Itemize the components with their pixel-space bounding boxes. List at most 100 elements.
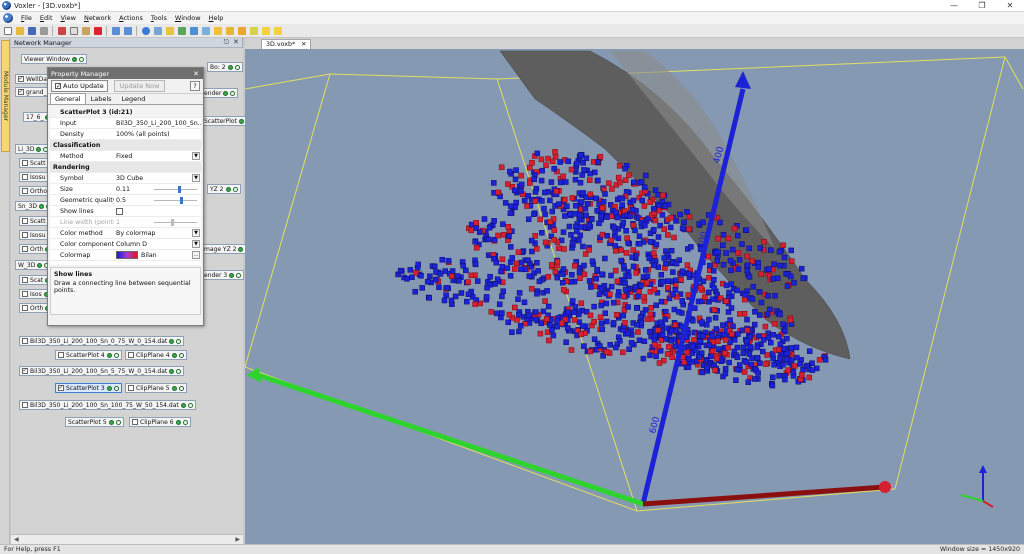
tab-general[interactable]: General <box>50 93 86 104</box>
restore-icon[interactable]: ❐ <box>968 0 996 12</box>
node-output-port-icon[interactable] <box>238 246 244 252</box>
open-icon[interactable] <box>14 25 25 36</box>
colormap-more-icon[interactable]: … <box>192 250 200 259</box>
node-connect-port-icon[interactable] <box>232 186 238 192</box>
document-menu-icon[interactable] <box>3 13 13 23</box>
delete-icon[interactable] <box>92 25 103 36</box>
tab-close-icon[interactable]: ✕ <box>301 41 306 48</box>
network-node[interactable]: Viewer Window <box>21 54 87 64</box>
network-node[interactable]: Bo: 2 <box>207 62 243 72</box>
network-node[interactable]: Li_3D <box>15 144 52 154</box>
node-visibility-checkbox[interactable] <box>22 160 28 166</box>
node-visibility-checkbox[interactable]: ✓ <box>18 76 24 82</box>
node-connect-port-icon[interactable] <box>78 56 84 62</box>
new-icon[interactable] <box>2 25 13 36</box>
network-node[interactable]: ScatterPlot 4 <box>55 350 122 360</box>
axes-icon[interactable] <box>260 25 271 36</box>
tab-3d-voxb[interactable]: 3D.voxb* ✕ <box>261 39 312 49</box>
menu-file[interactable]: File <box>17 14 36 22</box>
save-icon[interactable] <box>26 25 37 36</box>
menu-network[interactable]: Network <box>80 14 115 22</box>
node-visibility-checkbox[interactable] <box>22 246 28 252</box>
property-method[interactable]: Method Fixed ▼ <box>50 151 201 162</box>
copy-icon[interactable] <box>68 25 79 36</box>
panel-close-icon[interactable]: ✕ <box>233 38 239 47</box>
node-output-port-icon[interactable] <box>180 402 186 408</box>
node-visibility-checkbox[interactable]: ✓ <box>18 89 24 95</box>
network-node[interactable]: ✓ ScatterPlot 3 <box>55 383 122 393</box>
node-output-port-icon[interactable] <box>37 262 43 268</box>
node-visibility-checkbox[interactable] <box>58 352 64 358</box>
symbol-dropdown-icon[interactable]: ▼ <box>192 173 200 182</box>
view-side-icon[interactable] <box>224 25 235 36</box>
node-connect-port-icon[interactable] <box>178 385 184 391</box>
3d-scene[interactable]: 400 300 600 <box>245 49 1024 544</box>
print-icon[interactable] <box>38 25 49 36</box>
refresh-icon[interactable] <box>188 25 199 36</box>
node-connect-port-icon[interactable] <box>113 385 119 391</box>
network-node[interactable]: YZ 2 <box>207 184 241 194</box>
close-icon[interactable]: ✕ <box>996 0 1024 12</box>
minimize-icon[interactable]: — <box>940 0 968 12</box>
network-node[interactable]: ClipPlane 6 <box>129 417 191 427</box>
node-output-port-icon[interactable] <box>175 419 181 425</box>
update-now-button[interactable]: Update Now <box>113 80 166 92</box>
node-output-port-icon[interactable] <box>171 385 177 391</box>
node-connect-port-icon[interactable] <box>187 402 193 408</box>
property-input[interactable]: Input Bil3D_350_Li_200_100_Sn... <box>50 118 201 129</box>
tab-labels[interactable]: Labels <box>86 93 117 104</box>
color-component-dropdown-icon[interactable]: ▼ <box>192 239 200 248</box>
network-node[interactable]: Bil3D_350_Li_200_100_Sn_0_75_W_0_154.dat <box>19 336 185 346</box>
node-output-port-icon[interactable] <box>238 118 244 124</box>
node-visibility-checkbox[interactable]: ✓ <box>22 368 28 374</box>
node-connect-port-icon[interactable] <box>182 419 188 425</box>
bounding-box-icon[interactable] <box>272 25 283 36</box>
size-slider-thumb[interactable] <box>177 185 181 193</box>
node-visibility-checkbox[interactable] <box>22 174 28 180</box>
scroll-right-icon[interactable]: ▶ <box>235 536 240 543</box>
node-connect-port-icon[interactable] <box>234 64 240 70</box>
paste-icon[interactable] <box>80 25 91 36</box>
node-output-port-icon[interactable] <box>36 146 42 152</box>
help-icon[interactable] <box>140 25 151 36</box>
section-classification[interactable]: Classification <box>50 140 201 151</box>
color-method-dropdown-icon[interactable]: ▼ <box>192 228 200 237</box>
undo-icon[interactable] <box>110 25 121 36</box>
cut-icon[interactable] <box>56 25 67 36</box>
menu-view[interactable]: View <box>57 14 80 22</box>
node-visibility-checkbox[interactable] <box>22 188 28 194</box>
fit-icon[interactable] <box>200 25 211 36</box>
node-output-port-icon[interactable] <box>169 368 175 374</box>
property-symbol[interactable]: Symbol 3D Cube ▼ <box>50 173 201 184</box>
link-icon[interactable] <box>176 25 187 36</box>
node-connect-port-icon[interactable] <box>178 352 184 358</box>
node-visibility-checkbox[interactable] <box>22 402 28 408</box>
property-density[interactable]: Density 100% (all points) <box>50 129 201 140</box>
auto-update-toggle[interactable]: ✓ Auto Update <box>51 80 108 92</box>
node-connect-port-icon[interactable] <box>236 272 242 278</box>
node-connect-port-icon[interactable] <box>230 90 236 96</box>
node-visibility-checkbox[interactable]: ✓ <box>58 385 64 391</box>
network-node[interactable]: ✓ Bil3D_350_Li_200_100_Sn_5_75_W_0_154.da… <box>19 366 185 376</box>
menu-window[interactable]: Window <box>171 14 205 22</box>
tab-legend[interactable]: Legend <box>117 93 151 104</box>
network-node[interactable]: Bil3D_350_Li_200_100_Sn_100_75_W_50_154.… <box>19 400 196 410</box>
menu-tools[interactable]: Tools <box>147 14 171 22</box>
node-visibility-checkbox[interactable] <box>22 232 28 238</box>
quality-slider[interactable] <box>154 196 197 204</box>
property-color-component[interactable]: Color component Column D ▼ <box>50 239 201 250</box>
node-output-port-icon[interactable] <box>227 64 233 70</box>
node-visibility-checkbox[interactable] <box>22 218 28 224</box>
view-top-icon[interactable] <box>212 25 223 36</box>
node-output-port-icon[interactable] <box>108 419 114 425</box>
redo-icon[interactable] <box>122 25 133 36</box>
node-output-port-icon[interactable] <box>39 203 45 209</box>
colormap-swatch[interactable] <box>116 251 138 259</box>
property-size[interactable]: Size 0.11 <box>50 184 201 195</box>
module-manager-tab[interactable]: Module Manager <box>1 40 10 152</box>
module-icon[interactable] <box>164 25 175 36</box>
view-3d-icon[interactable] <box>248 25 259 36</box>
property-colormap[interactable]: Colormap Bilan… <box>50 250 201 261</box>
property-show-lines[interactable]: Show lines <box>50 206 201 217</box>
pin-icon[interactable]: ⎋ <box>224 38 230 47</box>
